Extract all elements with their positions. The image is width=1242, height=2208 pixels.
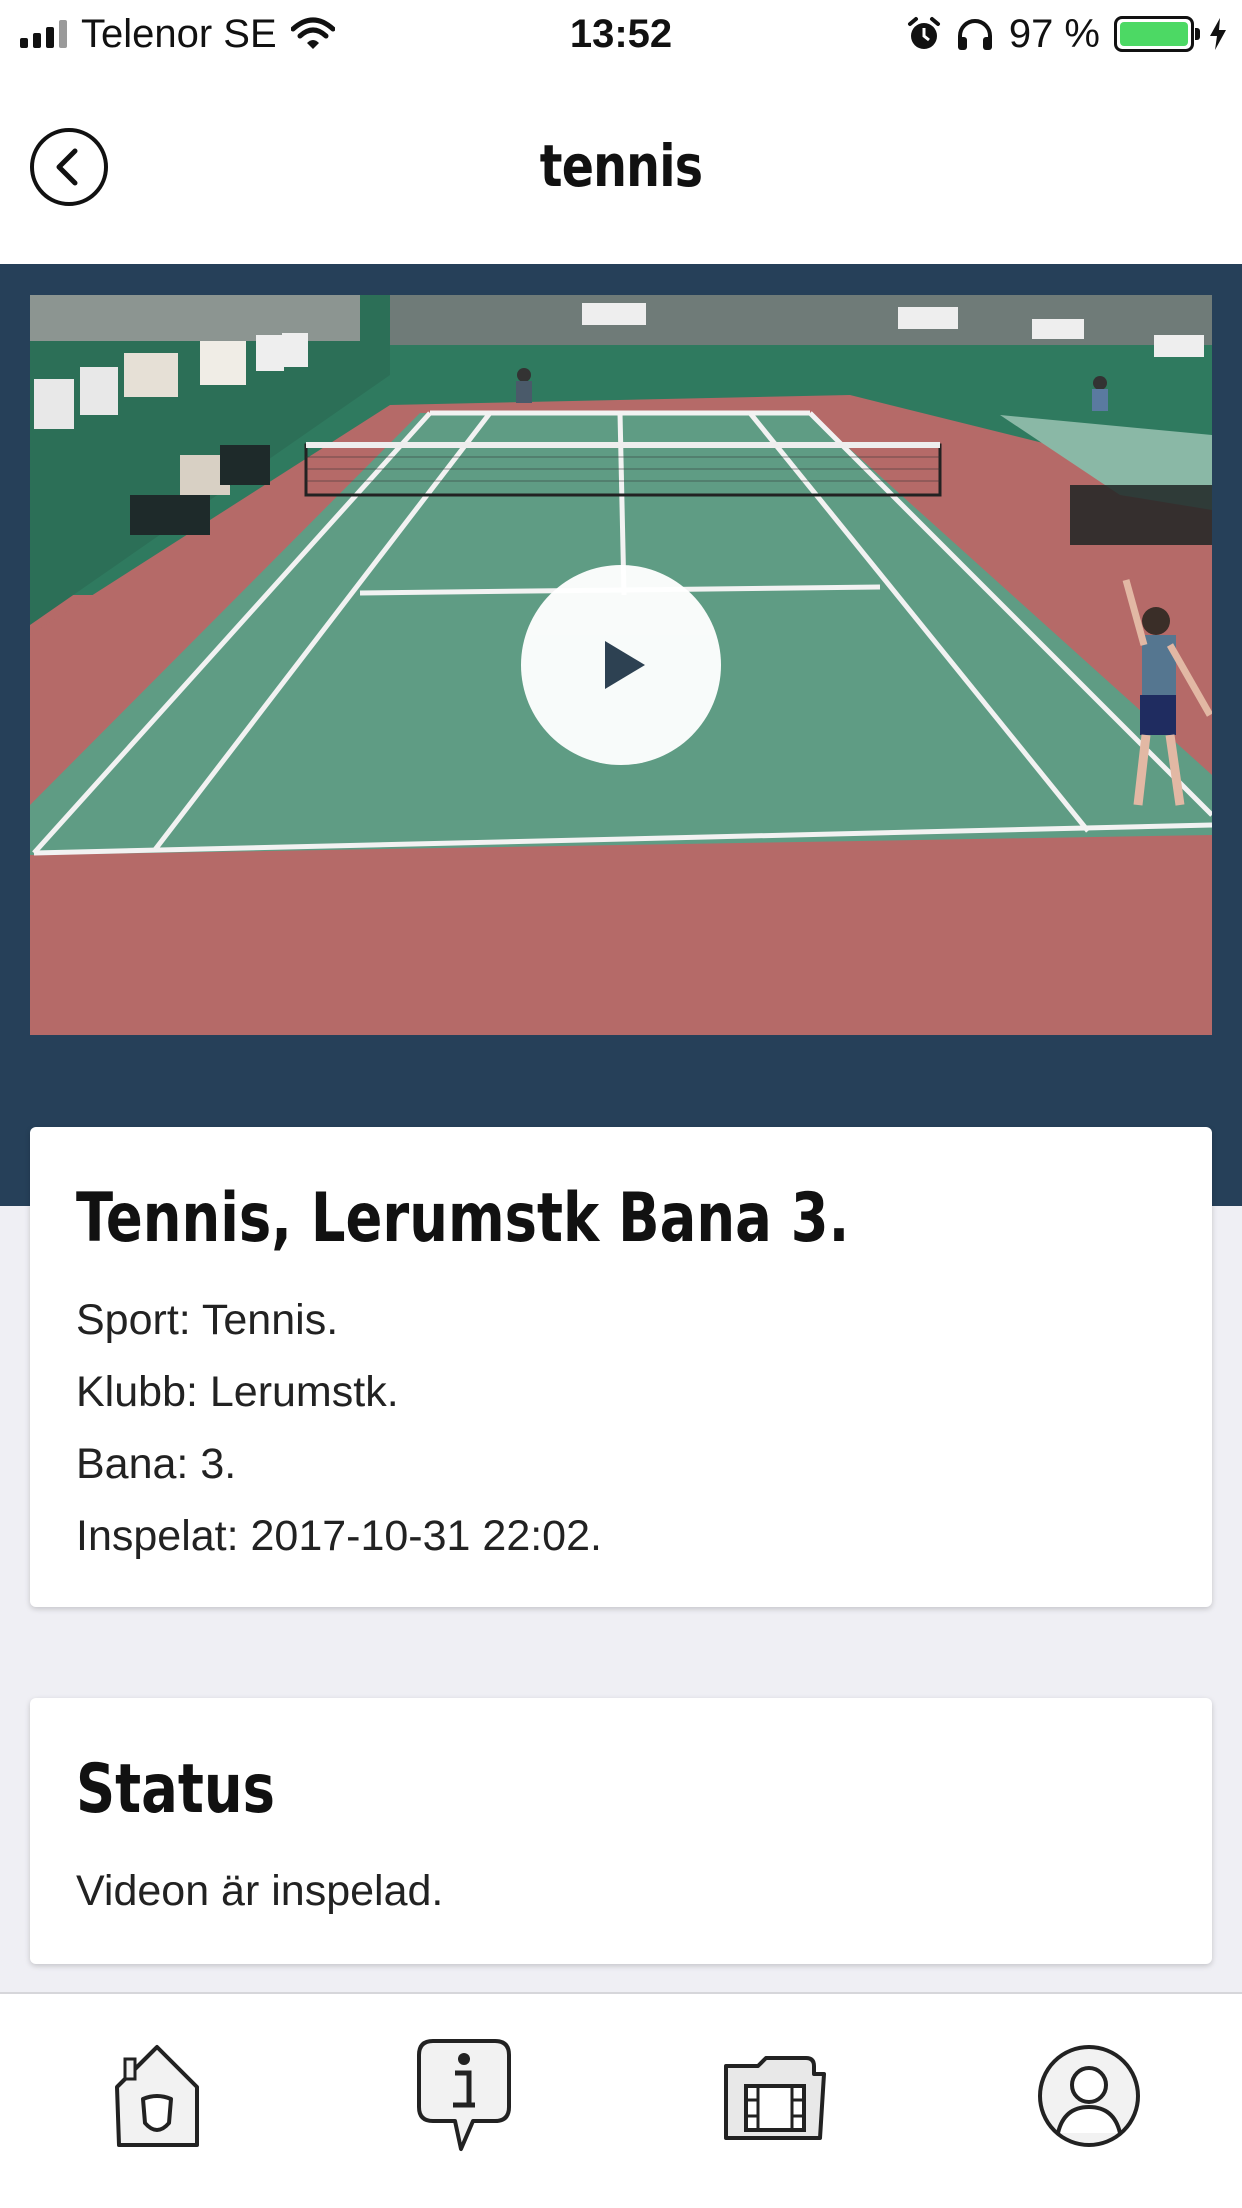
info-club: Klubb: Lerumstk.: [76, 1368, 399, 1416]
status-bar: Telenor SE 13:52 97 %: [0, 0, 1242, 68]
play-icon: [605, 641, 645, 689]
back-button[interactable]: [30, 128, 108, 206]
battery-percent: 97 %: [1008, 11, 1100, 56]
tab-profile[interactable]: [1034, 2034, 1144, 2158]
tab-home[interactable]: [102, 2034, 212, 2158]
tab-info[interactable]: [410, 2034, 520, 2158]
recording-info-card: Tennis, Lerumstk Bana 3. Sport: Tennis. …: [30, 1127, 1212, 1607]
status-card: Status Videon är inspelad.: [30, 1698, 1212, 1964]
headphones-icon: [957, 19, 992, 50]
info-sport: Sport: Tennis.: [76, 1296, 339, 1344]
video-folder-icon: [724, 2056, 826, 2140]
status-text: Videon är inspelad.: [76, 1867, 444, 1915]
video-player[interactable]: [30, 295, 1212, 1035]
info-recorded: Inspelat: 2017-10-31 22:02.: [76, 1512, 602, 1560]
recording-title: Tennis, Lerumstk Bana 3.: [76, 1179, 850, 1258]
charging-icon: [1210, 18, 1226, 50]
tab-bar: [0, 1992, 1242, 2208]
home-shield-icon: [115, 2045, 199, 2147]
info-bubble-icon: [417, 2039, 511, 2151]
profile-icon: [1038, 2045, 1140, 2147]
status-bar-right: 97 %: [907, 0, 1228, 68]
page-title: tennis: [539, 132, 703, 200]
alarm-icon: [907, 17, 940, 49]
navigation-bar: tennis: [0, 68, 1242, 264]
status-title: Status: [76, 1750, 276, 1829]
play-button[interactable]: [521, 565, 721, 765]
back-chevron-icon: [56, 148, 78, 186]
info-court: Bana: 3.: [76, 1440, 237, 1488]
tab-videos[interactable]: [720, 2034, 830, 2158]
battery-icon: [1114, 16, 1200, 52]
